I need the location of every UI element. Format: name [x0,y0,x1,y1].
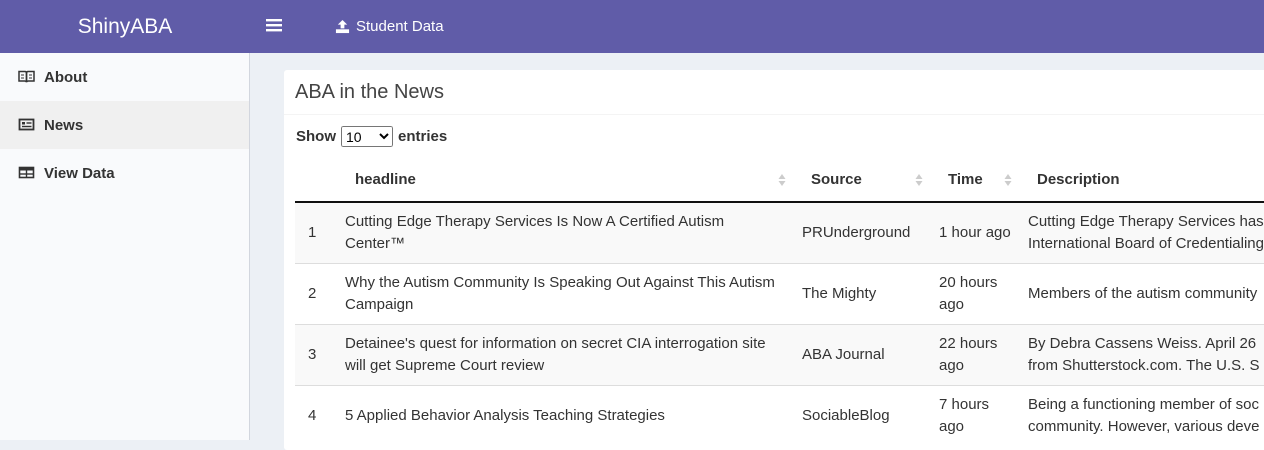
student-data-upload-button[interactable]: Student Data [335,0,444,53]
time-cell: 1 hour ago [931,201,1020,263]
source-cell: PRUnderground [794,201,931,263]
upload-icon [335,19,350,34]
row-index: 2 [295,262,337,324]
headline-cell: Why the Autism Community Is Speaking Out… [337,262,794,324]
source-cell: SociableBlog [794,384,931,446]
column-header-headline[interactable]: headline [337,158,794,203]
column-header-label: headline [355,171,416,188]
time-cell: 22 hours ago [931,323,1020,385]
table-row[interactable]: 1 Cutting Edge Therapy Services Is Now A… [295,201,1264,263]
row-index: 3 [295,323,337,385]
column-header-source[interactable]: Source [794,158,931,203]
newspaper-icon [18,118,36,132]
sidebar-item-about[interactable]: About [0,53,249,101]
sort-icon[interactable] [1004,173,1012,187]
length-show-label: Show [296,128,336,145]
sidebar-item-news[interactable]: News [0,101,249,149]
top-navbar: ShinyABA Student Data [0,0,1264,53]
sidebar-toggle-icon[interactable] [266,17,282,33]
description-cell: Members of the autism community [1020,262,1264,324]
entries-per-page-select[interactable]: 10 [341,126,393,147]
table-icon [18,166,36,180]
column-header-label: Time [948,171,983,188]
sidebar: About News View Data [0,53,250,440]
column-header-index[interactable] [295,158,337,203]
entries-length-control: Show 10 entries [296,126,447,147]
sort-icon[interactable] [778,173,786,187]
table-row[interactable]: 4 5 Applied Behavior Analysis Teaching S… [295,384,1264,446]
length-entries-label: entries [398,128,448,145]
column-header-description[interactable]: Description [1020,158,1264,203]
sidebar-item-label: View Data [44,164,115,182]
column-header-label: Source [811,171,862,188]
time-cell: 20 hours ago [931,262,1020,324]
description-cell: Cutting Edge Therapy Services has Intern… [1020,201,1264,263]
description-cell: By Debra Cassens Weiss. April 26 from Sh… [1020,323,1264,385]
sort-icon[interactable] [915,173,923,187]
row-index: 1 [295,201,337,263]
book-open-icon [18,70,36,84]
table-row[interactable]: 3 Detainee's quest for information on se… [295,323,1264,385]
headline-cell: Detainee's quest for information on secr… [337,323,794,385]
column-header-label: Description [1037,171,1120,188]
source-cell: ABA Journal [794,323,931,385]
table-row[interactable]: 2 Why the Autism Community Is Speaking O… [295,262,1264,324]
row-index: 4 [295,384,337,446]
news-table: headline Source Time Description 1 Cutti… [295,158,1264,446]
page-title: ABA in the News [284,70,1264,115]
app-brand[interactable]: ShinyABA [0,0,250,53]
sidebar-item-label: About [44,68,88,86]
sidebar-item-view-data[interactable]: View Data [0,149,249,197]
headline-cell: 5 Applied Behavior Analysis Teaching Str… [337,384,794,446]
time-cell: 7 hours ago [931,384,1020,446]
column-header-time[interactable]: Time [931,158,1020,203]
sidebar-item-label: News [44,116,84,134]
headline-cell: Cutting Edge Therapy Services Is Now A C… [337,201,794,263]
source-cell: The Mighty [794,262,931,324]
news-box: ABA in the News Show 10 entries headline… [284,70,1264,450]
description-cell: Being a functioning member of soc commun… [1020,384,1264,446]
upload-label: Student Data [356,18,444,35]
